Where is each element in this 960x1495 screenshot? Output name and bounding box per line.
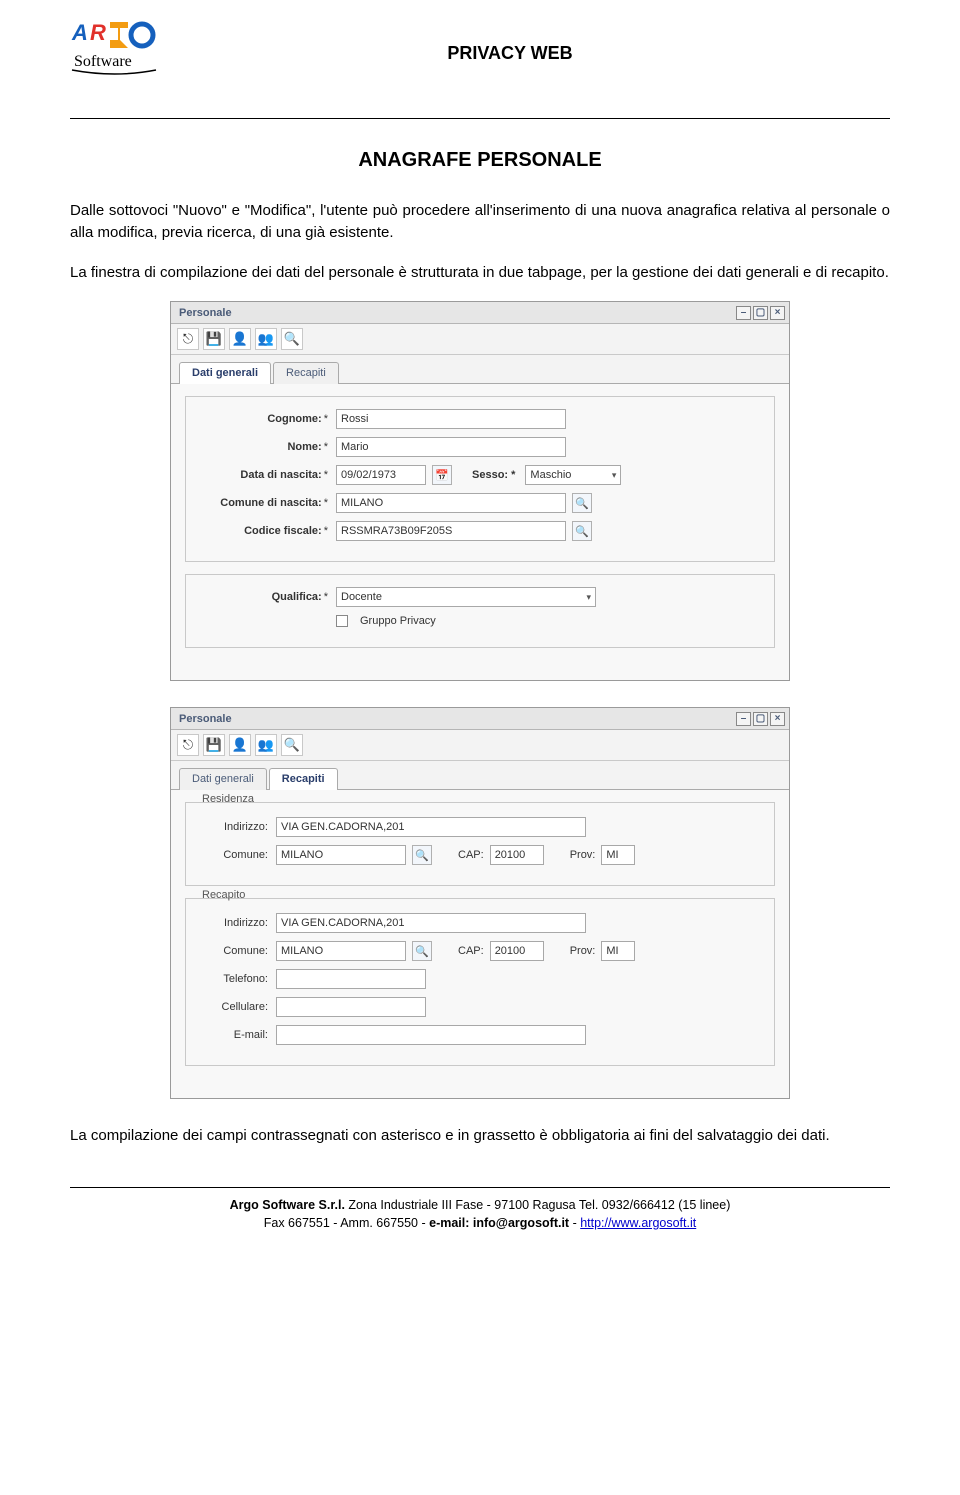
- input-comune-nascita[interactable]: [336, 493, 566, 513]
- select-qualifica[interactable]: Docente▾: [336, 587, 596, 607]
- exit-icon[interactable]: ⎋: [177, 328, 199, 350]
- page-header: A R Software PRIVACY WEB: [70, 18, 890, 88]
- svg-text:A: A: [71, 20, 88, 45]
- toolbar: ⎋ 💾 👤 👥 🔍: [171, 730, 789, 761]
- label-email: E-mail:: [200, 1029, 270, 1042]
- footer: Argo Software S.r.l. Zona Industriale II…: [70, 1196, 890, 1232]
- tab-bar: Dati generali Recapiti: [171, 761, 789, 790]
- label-res-indirizzo: Indirizzo:: [200, 821, 270, 834]
- label-cognome: Cognome:*: [200, 413, 330, 426]
- user-orange-icon[interactable]: 👥: [255, 734, 277, 756]
- label-qualifica: Qualifica:*: [200, 591, 330, 604]
- label-nome: Nome:*: [200, 441, 330, 454]
- tab-bar: Dati generali Recapiti: [171, 355, 789, 384]
- personale-window-generali: Personale – ▢ × ⎋ 💾 👤 👥 🔍 Dati generali …: [170, 301, 790, 681]
- divider-top: [70, 118, 890, 119]
- label-rec-cap: CAP:: [458, 945, 484, 957]
- window-title-text: Personale: [179, 307, 232, 319]
- svg-text:R: R: [90, 20, 106, 45]
- search-icon[interactable]: 🔍: [281, 734, 303, 756]
- window-titlebar: Personale – ▢ ×: [171, 302, 789, 324]
- user-blue-icon[interactable]: 👤: [229, 734, 251, 756]
- lookup-res-comune-icon[interactable]: 🔍: [412, 845, 432, 865]
- input-res-prov[interactable]: [601, 845, 635, 865]
- label-data-nascita: Data di nascita:*: [200, 469, 330, 482]
- label-rec-comune: Comune:: [200, 945, 270, 958]
- input-cellulare[interactable]: [276, 997, 426, 1017]
- maximize-icon[interactable]: ▢: [753, 306, 768, 320]
- tab-recapiti[interactable]: Recapiti: [273, 362, 339, 384]
- label-res-comune: Comune:: [200, 849, 270, 862]
- label-res-cap: CAP:: [458, 849, 484, 861]
- input-data-nascita[interactable]: [336, 465, 426, 485]
- label-telefono: Telefono:: [200, 973, 270, 986]
- footer-address: Zona Industriale III Fase - 97100 Ragusa…: [345, 1198, 730, 1212]
- toolbar: ⎋ 💾 👤 👥 🔍: [171, 324, 789, 355]
- lookup-comune-icon[interactable]: 🔍: [572, 493, 592, 513]
- calendar-icon[interactable]: 📅: [432, 465, 452, 485]
- footer-fax: Fax 667551 - Amm. 667550 -: [264, 1216, 429, 1230]
- tab-dati-generali[interactable]: Dati generali: [179, 768, 267, 790]
- tab-dati-generali[interactable]: Dati generali: [179, 362, 271, 384]
- input-telefono[interactable]: [276, 969, 426, 989]
- exit-icon[interactable]: ⎋: [177, 734, 199, 756]
- input-nome[interactable]: [336, 437, 566, 457]
- input-rec-comune[interactable]: [276, 941, 406, 961]
- input-cognome[interactable]: [336, 409, 566, 429]
- search-icon[interactable]: 🔍: [281, 328, 303, 350]
- input-res-indirizzo[interactable]: [276, 817, 586, 837]
- page-title: PRIVACY WEB: [130, 43, 890, 64]
- personale-window-recapiti: Personale – ▢ × ⎋ 💾 👤 👥 🔍 Dati generali …: [170, 707, 790, 1099]
- label-rec-indirizzo: Indirizzo:: [200, 917, 270, 930]
- svg-text:Software: Software: [74, 53, 132, 70]
- paragraph-1: Dalle sottovoci "Nuovo" e "Modifica", l'…: [70, 200, 890, 244]
- argo-logo: A R Software: [70, 18, 160, 88]
- label-cellulare: Cellulare:: [200, 1001, 270, 1014]
- save-icon[interactable]: 💾: [203, 328, 225, 350]
- input-email[interactable]: [276, 1025, 586, 1045]
- lookup-rec-comune-icon[interactable]: 🔍: [412, 941, 432, 961]
- maximize-icon[interactable]: ▢: [753, 712, 768, 726]
- user-blue-icon[interactable]: 👤: [229, 328, 251, 350]
- label-rec-prov: Prov:: [570, 945, 596, 957]
- minimize-icon[interactable]: –: [736, 306, 751, 320]
- input-rec-prov[interactable]: [601, 941, 635, 961]
- label-comune-nascita: Comune di nascita:*: [200, 497, 330, 510]
- window-titlebar: Personale – ▢ ×: [171, 708, 789, 730]
- label-gruppo-privacy: Gruppo Privacy: [360, 615, 436, 627]
- divider-bottom: [70, 1187, 890, 1188]
- paragraph-3: La compilazione dei campi contrassegnati…: [70, 1125, 890, 1147]
- input-codice-fiscale[interactable]: [336, 521, 566, 541]
- input-res-comune[interactable]: [276, 845, 406, 865]
- paragraph-2: La finestra di compilazione dei dati del…: [70, 262, 890, 284]
- label-codice-fiscale: Codice fiscale:*: [200, 525, 330, 538]
- label-res-prov: Prov:: [570, 849, 596, 861]
- section-heading: ANAGRAFE PERSONALE: [70, 149, 890, 172]
- checkbox-gruppo-privacy[interactable]: [336, 615, 348, 627]
- window-title-text: Personale: [179, 713, 232, 725]
- input-rec-cap[interactable]: [490, 941, 544, 961]
- close-icon[interactable]: ×: [770, 712, 785, 726]
- footer-company: Argo Software S.r.l.: [230, 1198, 345, 1212]
- select-sesso[interactable]: Maschio▾: [525, 465, 621, 485]
- tab-recapiti[interactable]: Recapiti: [269, 768, 338, 790]
- label-sesso: Sesso: *: [472, 469, 515, 481]
- calc-cf-icon[interactable]: 🔍: [572, 521, 592, 541]
- footer-email: e-mail: info@argosoft.it: [429, 1216, 569, 1230]
- save-icon[interactable]: 💾: [203, 734, 225, 756]
- minimize-icon[interactable]: –: [736, 712, 751, 726]
- input-rec-indirizzo[interactable]: [276, 913, 586, 933]
- input-res-cap[interactable]: [490, 845, 544, 865]
- close-icon[interactable]: ×: [770, 306, 785, 320]
- user-orange-icon[interactable]: 👥: [255, 328, 277, 350]
- footer-link[interactable]: http://www.argosoft.it: [580, 1216, 696, 1230]
